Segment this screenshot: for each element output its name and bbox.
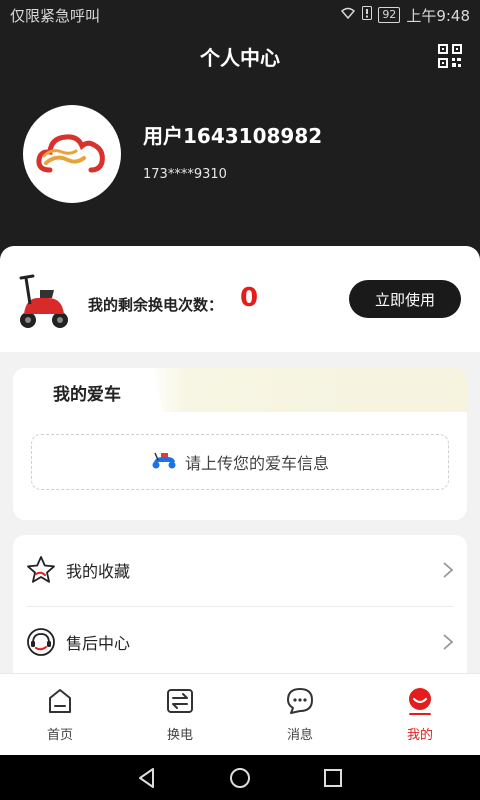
service-icon [25,626,57,658]
status-right: 92 上午9:48 [340,5,470,26]
tab-messages[interactable]: 消息 [240,674,360,755]
menu-item-favorites[interactable]: 我的收藏 [13,535,467,605]
qr-code-icon[interactable] [438,44,462,68]
wifi-icon [340,7,356,23]
page-title: 个人中心 [200,46,280,70]
tab-home[interactable]: 首页 [0,674,120,755]
swap-count-value: 0 [240,283,259,313]
menu-item-after-sales[interactable]: 售后中心 [13,607,467,677]
profile-header: 个人中心 用户1643108982 173****9310 [0,30,480,265]
bottom-tab-bar: 首页 换电 消息 我的 [0,673,480,755]
profile-icon [409,688,431,715]
tab-swap[interactable]: 换电 [120,674,240,755]
tab-my-car-label: 我的爱车 [53,385,121,405]
upload-car-info-text: 请上传您的爱车信息 [184,454,329,473]
tab-label-profile: 我的 [406,728,433,743]
username: 用户1643108982 [143,124,323,148]
menu-label-favorites: 我的收藏 [66,562,131,581]
swap-count-card: 我的剩余换电次数： 0 立即使用 [0,246,480,352]
home-circle-icon[interactable] [228,766,252,790]
tab-label-home: 首页 [46,728,73,743]
cloud-logo-icon [36,134,105,173]
star-icon [25,554,57,586]
avatar[interactable] [23,105,121,203]
back-icon[interactable] [135,766,159,790]
use-now-button[interactable]: 立即使用 [349,280,461,318]
home-icon [49,689,71,713]
message-icon [287,688,313,714]
scooter-small-icon [151,451,177,473]
status-bar: 仅限紧急呼叫 92 上午9:48 [0,0,480,30]
alert-icon [362,6,373,24]
scooter-icon [18,268,70,330]
phone-number: 173****9310 [143,167,227,182]
system-nav-bar [0,755,480,800]
chevron-right-icon [441,633,455,651]
tab-label-swap: 换电 [166,728,193,743]
my-car-card: 我的爱车 请上传您的爱车信息 [13,368,467,520]
chevron-right-icon [441,561,455,579]
status-carrier-text: 仅限紧急呼叫 [10,6,101,25]
tab-profile[interactable]: 我的 [360,674,480,755]
tab-label-messages: 消息 [286,728,313,743]
status-time: 上午9:48 [406,6,470,25]
menu-card: 我的收藏 售后中心 [13,535,467,685]
recents-icon[interactable] [321,766,345,790]
battery-indicator: 92 [378,7,401,23]
swap-icon [167,689,193,713]
menu-label-after-sales: 售后中心 [66,634,131,653]
upload-car-info-button[interactable]: 请上传您的爱车信息 [31,434,449,490]
swap-count-label: 我的剩余换电次数： [88,296,224,314]
